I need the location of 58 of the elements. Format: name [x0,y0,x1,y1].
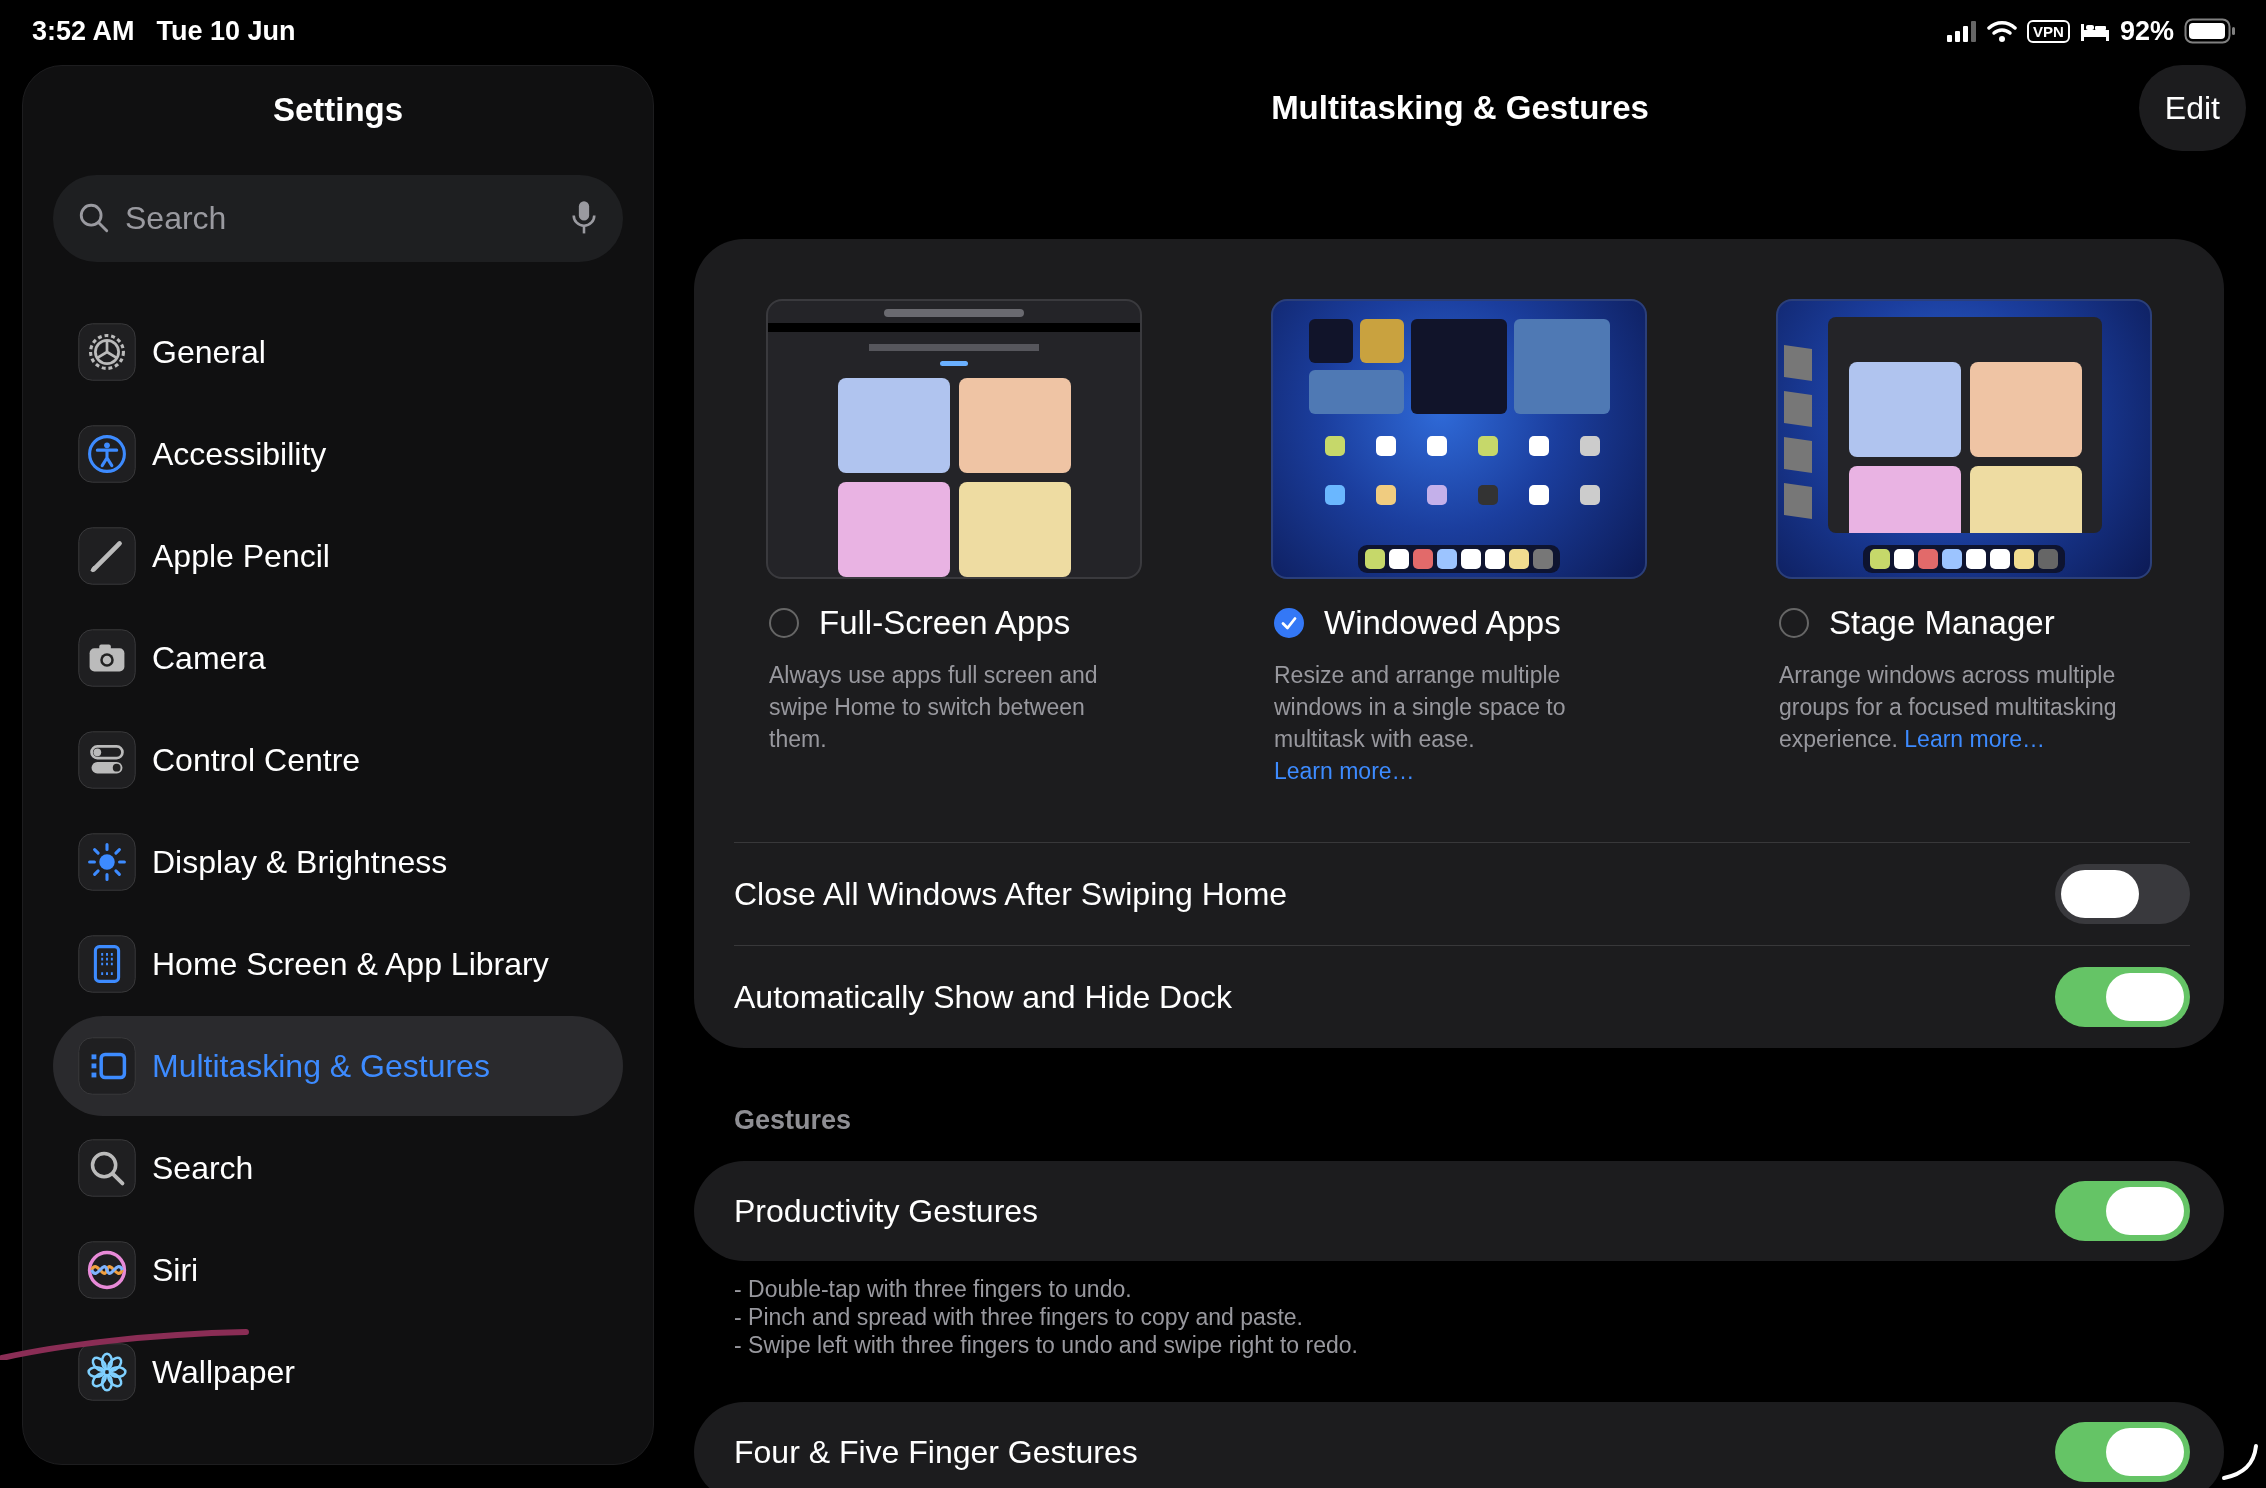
sidebar-item[interactable]: Accessibility [53,404,623,504]
toggle-switch[interactable] [2055,967,2190,1027]
section-header: Gestures [734,1104,853,1137]
sun-icon [78,833,136,891]
toggles-icon [78,731,136,789]
option-label[interactable]: Stage Manager [1829,604,2055,642]
learn-more-link[interactable]: Learn more… [1274,758,1415,784]
wifi-icon [1987,20,2018,42]
signal-icon [1947,20,1978,42]
radio-button[interactable] [769,608,799,638]
sidebar-item[interactable]: Apple Pencil [53,506,623,606]
option-label[interactable]: Full-Screen Apps [819,604,1071,642]
sidebar-item[interactable]: Multitasking & Gestures [53,1016,623,1116]
sidebar-item[interactable]: Home Screen & App Library [53,914,623,1014]
search-field[interactable]: Search [53,175,623,262]
accessibility-icon [78,425,136,483]
footnote-text: - Swipe left with three fingers to undo and swipe right to redo. [734,1331,1359,1359]
search-icon [77,201,111,235]
sidebar-item[interactable]: Siri [53,1220,623,1320]
flower-icon [78,1343,136,1401]
gear-icon [78,323,136,381]
radio-button[interactable] [1274,608,1304,638]
setting-label: Productivity Gestures [734,1192,1039,1230]
sidebar-item[interactable]: Wallpaper [53,1322,623,1422]
pencil-icon [78,527,136,585]
swirl-icon [78,1241,136,1299]
corner-swipe-icon [2220,1442,2260,1482]
setting-label: Four & Five Finger Gestures [734,1433,1138,1471]
option-description: Always use apps full screen and swipe Home to switch between them. [769,661,1099,754]
option-description: Arrange windows across multiple groups for a focused multitasking experience. Learn more… [1779,661,2118,754]
battery-icon [2184,18,2236,44]
microphone-icon [571,200,597,236]
edit-button[interactable]: Edit [2138,65,2246,151]
sidebar-item[interactable]: Camera [53,608,623,708]
learn-more-link[interactable]: Learn more… [1904,726,2045,752]
camera-icon [78,629,136,687]
vpn-badge: VPN [2027,19,2070,43]
sidebar-item[interactable]: Display & Brightness [53,812,623,912]
page-title: Multitasking & Gestures [1271,89,1649,127]
radio-button[interactable] [1779,608,1809,638]
footnote-text: - Pinch and spread with three fingers to copy and paste. [734,1303,1304,1331]
sidebar-item[interactable]: Search [53,1118,623,1218]
sidebar-title: Settings [271,90,405,130]
sidebar-window-icon [78,1037,136,1095]
status-time: 3:52 AM [32,15,135,47]
phone-grid-icon [78,935,136,993]
sidebar-item[interactable]: Control Centre [53,710,623,810]
setting-label: Close All Windows After Swiping Home [734,875,1288,913]
setting-label: Automatically Show and Hide Dock [734,978,1232,1016]
status-date: Tue 10 Jun [156,15,296,47]
battery-percent: 92% [2119,15,2174,47]
sidebar-item[interactable]: General [53,302,623,402]
toggle-switch[interactable] [2055,1181,2190,1241]
toggle-switch[interactable] [2055,1422,2190,1482]
option-label[interactable]: Windowed Apps [1324,604,1561,642]
footnote-text: - Double-tap with three fingers to undo. [734,1275,1133,1303]
option-description: Resize and arrange multiple windows in a single space to multitask with ease. Learn more… [1274,661,1567,786]
search-icon [78,1139,136,1197]
